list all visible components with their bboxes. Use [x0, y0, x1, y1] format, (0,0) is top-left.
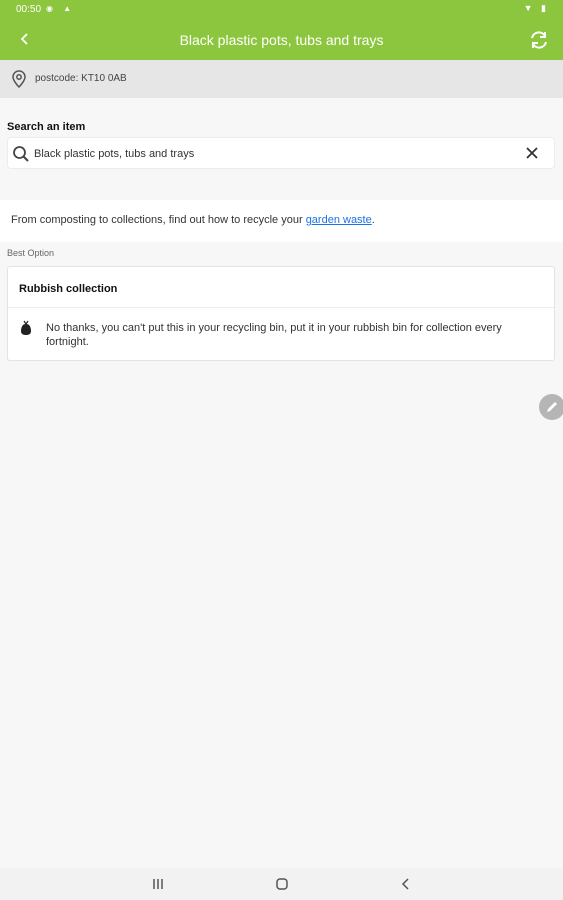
option-card: Rubbish collection No thanks, you can't … — [7, 266, 555, 361]
pencil-icon — [547, 402, 557, 412]
close-icon[interactable] — [524, 145, 540, 161]
search-label: Search an item — [7, 121, 86, 133]
postcode-text: postcode: KT10 0AB — [35, 73, 127, 84]
home-icon[interactable] — [270, 874, 294, 894]
page-title: Black plastic pots, tubs and trays — [179, 32, 384, 48]
location-pin-icon — [12, 70, 26, 88]
search-value: Black plastic pots, tubs and trays — [34, 148, 195, 160]
search-input[interactable]: Black plastic pots, tubs and trays — [7, 137, 555, 169]
rubbish-bag-icon — [21, 320, 31, 335]
wifi-battery-icons: ▼ ▮ — [523, 3, 549, 13]
search-icon — [13, 146, 29, 162]
info-text: From composting to collections, find out… — [11, 214, 375, 226]
app-bar: Black plastic pots, tubs and trays — [0, 20, 563, 60]
status-time: 00:50 — [16, 4, 42, 15]
info-prefix: From composting to collections, find out… — [11, 214, 306, 226]
card-divider — [8, 307, 554, 308]
postcode-bar[interactable]: postcode: KT10 0AB — [0, 60, 563, 98]
notification-icons: ◉ ▲ — [46, 4, 76, 13]
system-nav-bar — [0, 868, 563, 900]
recent-apps-icon[interactable] — [146, 874, 170, 894]
status-bar: 00:50 ◉ ▲ ▼ ▮ — [0, 0, 563, 20]
card-description: No thanks, you can't put this in your re… — [46, 322, 502, 348]
card-title: Rubbish collection — [19, 283, 118, 295]
edit-button[interactable] — [539, 394, 563, 420]
best-option-label: Best Option — [7, 248, 55, 258]
info-banner: From composting to collections, find out… — [0, 200, 563, 242]
refresh-button[interactable] — [527, 28, 551, 52]
refresh-icon — [531, 31, 547, 49]
back-nav-icon[interactable] — [394, 874, 418, 894]
info-suffix: . — [371, 214, 375, 226]
garden-waste-link[interactable]: garden waste — [306, 214, 372, 226]
